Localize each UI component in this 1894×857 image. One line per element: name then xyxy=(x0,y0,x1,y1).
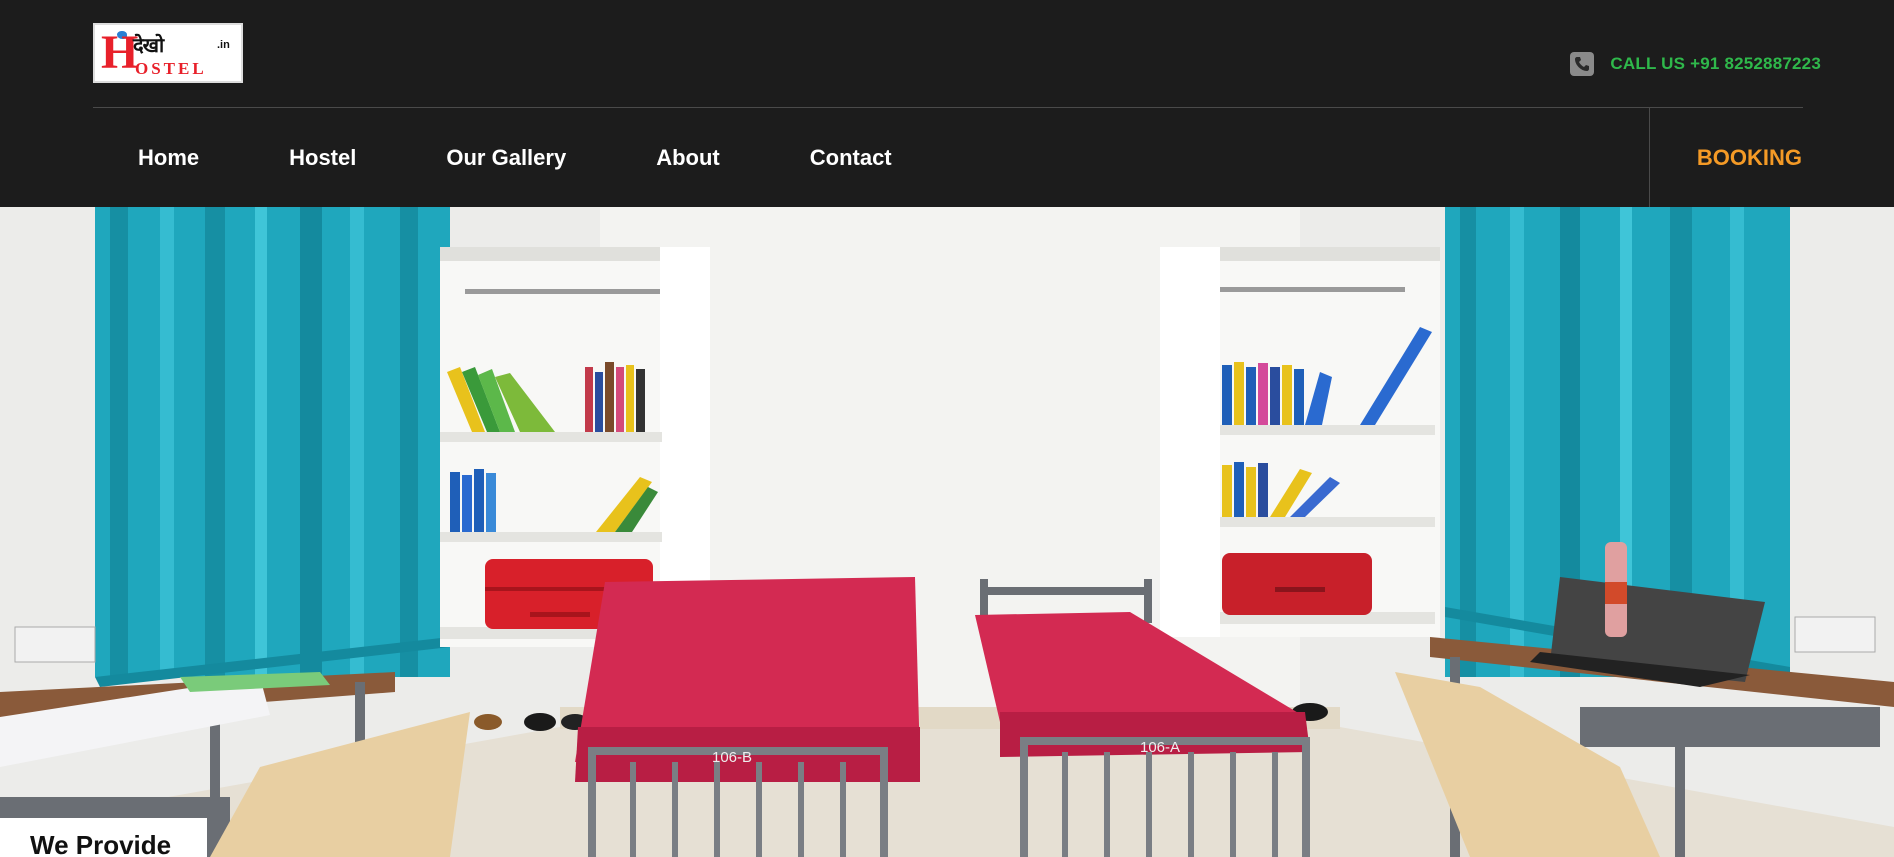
nav-vertical-divider xyxy=(1649,108,1650,207)
site-logo[interactable]: H देखो .in OSTEL xyxy=(93,23,243,83)
logo-ostel-text: OSTEL xyxy=(135,59,207,78)
logo-hindi-text: देखो xyxy=(133,33,164,57)
call-us[interactable]: CALL US +91 8252887223 xyxy=(1570,52,1821,76)
booking-button[interactable]: BOOKING xyxy=(1697,108,1802,207)
nav-our-gallery[interactable]: Our Gallery xyxy=(401,145,611,171)
we-provide-heading: We Provide xyxy=(0,818,207,857)
bed-label-right: 106-A xyxy=(1140,739,1180,756)
nav-hostel[interactable]: Hostel xyxy=(244,145,401,171)
phone-icon xyxy=(1570,52,1595,76)
main-nav: Home Hostel Our Gallery About Contact xyxy=(93,108,937,207)
nav-home[interactable]: Home xyxy=(93,145,244,171)
nav-contact[interactable]: Contact xyxy=(765,145,937,171)
bed-label-left: 106-B xyxy=(712,749,752,766)
logo-suffix: .in xyxy=(217,39,230,51)
site-header: H देखो .in OSTEL CALL US +91 8252887223 … xyxy=(0,0,1894,207)
hero-image: 106-B 106-A xyxy=(0,207,1894,857)
call-us-text[interactable]: CALL US +91 8252887223 xyxy=(1610,54,1821,74)
left-curtain xyxy=(95,207,450,687)
nav-about[interactable]: About xyxy=(611,145,765,171)
hostel-room-illustration: 106-B 106-A xyxy=(0,207,1894,857)
